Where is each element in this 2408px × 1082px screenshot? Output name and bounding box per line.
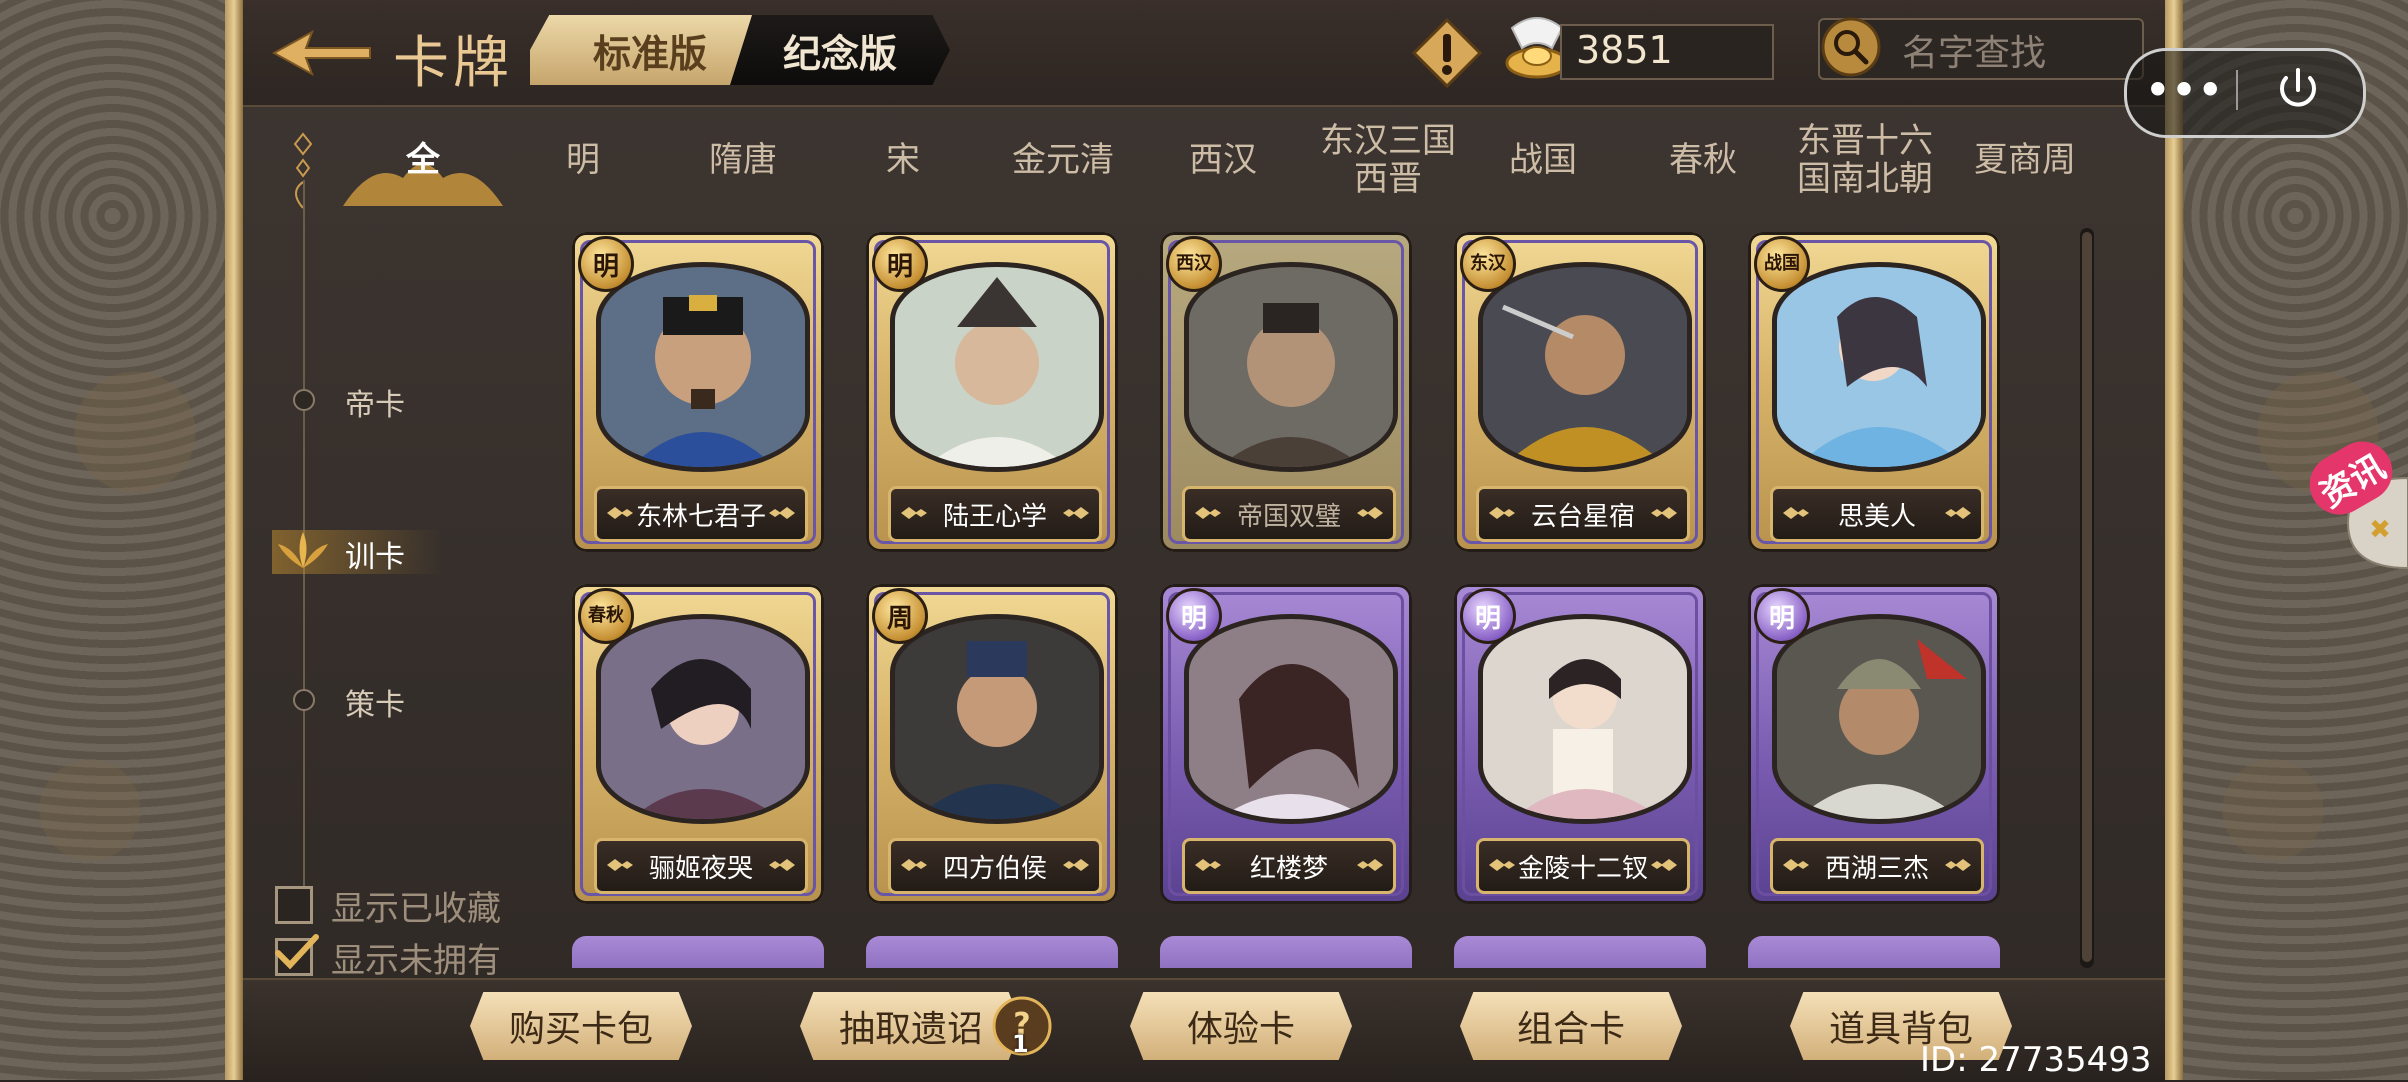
era-badge: 明: [1460, 588, 1516, 644]
card-name-plate: 陆王心学: [888, 486, 1102, 542]
era-tab-jinyuanqing[interactable]: 金元清: [1003, 120, 1123, 200]
era-badge: 西汉: [1166, 236, 1222, 292]
card-name: 云台星宿: [1530, 501, 1635, 532]
card-name: 金陵十二钗: [1517, 853, 1648, 884]
capsule-divider: [2236, 70, 2238, 110]
card-liji[interactable]: 春秋 骊姬夜哭: [572, 584, 824, 904]
card-partial[interactable]: [1454, 936, 1706, 968]
trial-card-button[interactable]: 体验卡: [1130, 992, 1352, 1060]
card-portrait: [596, 262, 810, 472]
tab-commemorative[interactable]: 纪念版: [730, 15, 950, 85]
card-name-plate: 西湖三杰: [1770, 838, 1984, 894]
card-honglou[interactable]: 明 红楼梦: [1160, 584, 1412, 904]
era-tab-chunqiu[interactable]: 春秋: [1653, 120, 1753, 200]
card-portrait: [1772, 614, 1986, 824]
era-tab-zhanguo[interactable]: 战国: [1493, 120, 1593, 200]
era-tab-dongjin[interactable]: 东晋十六 国南北朝: [1790, 120, 1940, 200]
filter-show-collected[interactable]: 显示已收藏: [275, 882, 501, 929]
card-portrait: [890, 262, 1104, 472]
card-name-plate: 四方伯侯: [888, 838, 1102, 894]
card-xihu[interactable]: 明 西湖三杰: [1748, 584, 2000, 904]
card-name-plate: 思美人: [1770, 486, 1984, 542]
card-partial[interactable]: [1160, 936, 1412, 968]
right-frame-edge: [2165, 0, 2183, 1080]
power-icon[interactable]: [2258, 62, 2338, 118]
left-frame-edge: [225, 0, 243, 1080]
card-portrait: [1478, 262, 1692, 472]
combo-card-button[interactable]: 组合卡: [1460, 992, 1682, 1060]
card-name: 东林七君子: [635, 501, 766, 532]
user-id: ID: 27735493: [1920, 1040, 2152, 1080]
checkbox-checked[interactable]: [275, 934, 319, 976]
card-name: 帝国双璧: [1236, 501, 1341, 532]
era-tab-all[interactable]: 全: [373, 120, 473, 200]
card-name: 陆王心学: [942, 501, 1047, 532]
card-portrait: [1184, 262, 1398, 472]
card-name-plate: 红楼梦: [1182, 838, 1396, 894]
card-portrait: [596, 614, 810, 824]
card-name: 红楼梦: [1249, 853, 1328, 884]
era-badge: 明: [1754, 588, 1810, 644]
card-partial[interactable]: [1748, 936, 2000, 968]
era-tab-xiashangzhou[interactable]: 夏商周: [1965, 120, 2085, 200]
card-luwang[interactable]: 明 陆王心学: [866, 232, 1118, 552]
category-emperor-card[interactable]: 帝卡: [345, 380, 405, 424]
era-badge: 战国: [1754, 236, 1810, 292]
card-name-plate: 云台星宿: [1476, 486, 1690, 542]
filter-show-unowned[interactable]: 显示未拥有: [275, 934, 501, 981]
svg-text:✖: ✖: [2369, 515, 2391, 545]
card-name: 思美人: [1837, 501, 1916, 532]
card-name-plate: 东林七君子: [594, 486, 808, 542]
era-tab-ming[interactable]: 明: [533, 120, 633, 200]
card-yuntai[interactable]: 东汉 云台星宿: [1454, 232, 1706, 552]
card-sifang[interactable]: 周 四方伯侯: [866, 584, 1118, 904]
rail-dot: [293, 389, 315, 411]
card-name: 西湖三杰: [1824, 853, 1929, 884]
rail-dot: [293, 689, 315, 711]
buy-pack-button[interactable]: 购买卡包: [470, 992, 692, 1060]
filter-label: 显示已收藏: [331, 888, 501, 929]
card-name-plate: 帝国双璧: [1182, 486, 1396, 542]
category-training-card[interactable]: 训卡: [345, 532, 405, 576]
card-name-plate: 骊姬夜哭: [594, 838, 808, 894]
era-tab-song[interactable]: 宋: [853, 120, 953, 200]
card-portrait: [890, 614, 1104, 824]
era-tab-xihan[interactable]: 西汉: [1173, 120, 1273, 200]
card-simeiren[interactable]: 战国 思美人: [1748, 232, 2000, 552]
era-badge: 明: [872, 236, 928, 292]
era-badge: 周: [872, 588, 928, 644]
search-placeholder: 名字查找: [1902, 33, 2047, 74]
era-badge: 东汉: [1460, 236, 1516, 292]
back-arrow-icon[interactable]: [271, 28, 372, 78]
category-strategy-card[interactable]: 策卡: [345, 680, 405, 724]
card-portrait: [1478, 614, 1692, 824]
filter-label: 显示未拥有: [331, 940, 501, 981]
draw-count-badge: 1: [1012, 1030, 1029, 1058]
left-dragon-frame: [0, 0, 225, 1080]
era-tab-donghan[interactable]: 东汉三国 西晋: [1313, 120, 1463, 200]
card-donglin[interactable]: 明 东林七君子: [572, 232, 824, 552]
card-diguo[interactable]: 西汉 帝国双璧: [1160, 232, 1412, 552]
era-badge: 明: [1166, 588, 1222, 644]
card-name-plate: 金陵十二钗: [1476, 838, 1690, 894]
era-tab-suitang[interactable]: 隋唐: [693, 120, 793, 200]
card-portrait: [1184, 614, 1398, 824]
era-badge: 明: [578, 236, 634, 292]
card-name: 四方伯侯: [942, 853, 1047, 884]
card-partial[interactable]: [866, 936, 1118, 968]
lotus-icon: [272, 528, 334, 572]
card-name: 骊姬夜哭: [648, 853, 753, 884]
search-icon[interactable]: [1820, 16, 1882, 78]
draw-edict-button[interactable]: 抽取遗诏: [800, 992, 1022, 1060]
card-jinling[interactable]: 明 金陵十二钗: [1454, 584, 1706, 904]
checkbox-unchecked[interactable]: [275, 886, 313, 924]
era-badge: 春秋: [578, 588, 634, 644]
alert-icon[interactable]: [1411, 17, 1483, 89]
page-title: 卡牌: [393, 31, 513, 96]
card-partial[interactable]: [572, 936, 824, 968]
card-scrollbar-thumb[interactable]: [2082, 232, 2092, 962]
card-portrait: [1772, 262, 1986, 472]
gold-amount: 3851: [1576, 28, 1673, 72]
